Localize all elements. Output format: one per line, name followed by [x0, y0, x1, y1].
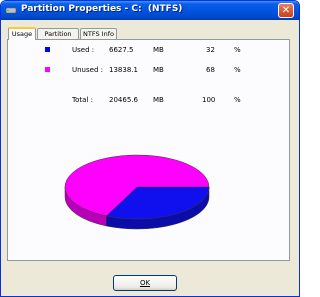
total-size: 20465.6 [109, 96, 138, 104]
partition-properties-dialog: Partition Properties - C: (NTFS) ✕ Usage… [0, 0, 300, 297]
unused-size: 13838.1 [109, 66, 138, 74]
total-unit: MB [153, 96, 164, 104]
unused-percent-sign: % [234, 66, 241, 74]
tab-usage[interactable]: Usage [8, 27, 36, 40]
used-size: 6627.5 [109, 46, 134, 54]
ok-button[interactable]: OK [113, 275, 177, 291]
used-color-swatch [45, 47, 50, 52]
window-title: Partition Properties - C: (NTFS) [21, 4, 183, 14]
total-percent-sign: % [234, 96, 241, 104]
unused-label: Unused : [72, 66, 103, 74]
tab-partition-info[interactable]: Partition Info [37, 28, 79, 48]
used-percent-sign: % [234, 46, 241, 54]
total-label: Total : [72, 96, 93, 104]
used-label: Used : [72, 46, 95, 54]
tab-ntfs-info[interactable]: NTFS Info [80, 28, 117, 39]
used-percent: 32 [206, 46, 215, 54]
drive-icon [5, 7, 17, 14]
total-percent: 100 [202, 96, 216, 104]
unused-percent: 68 [206, 66, 215, 74]
unused-color-swatch [45, 67, 50, 72]
unused-unit: MB [153, 66, 164, 74]
close-button[interactable]: ✕ [278, 3, 294, 18]
used-unit: MB [153, 46, 164, 54]
title-bar[interactable]: Partition Properties - C: (NTFS) ✕ [1, 1, 299, 20]
usage-pie-chart [64, 154, 210, 230]
